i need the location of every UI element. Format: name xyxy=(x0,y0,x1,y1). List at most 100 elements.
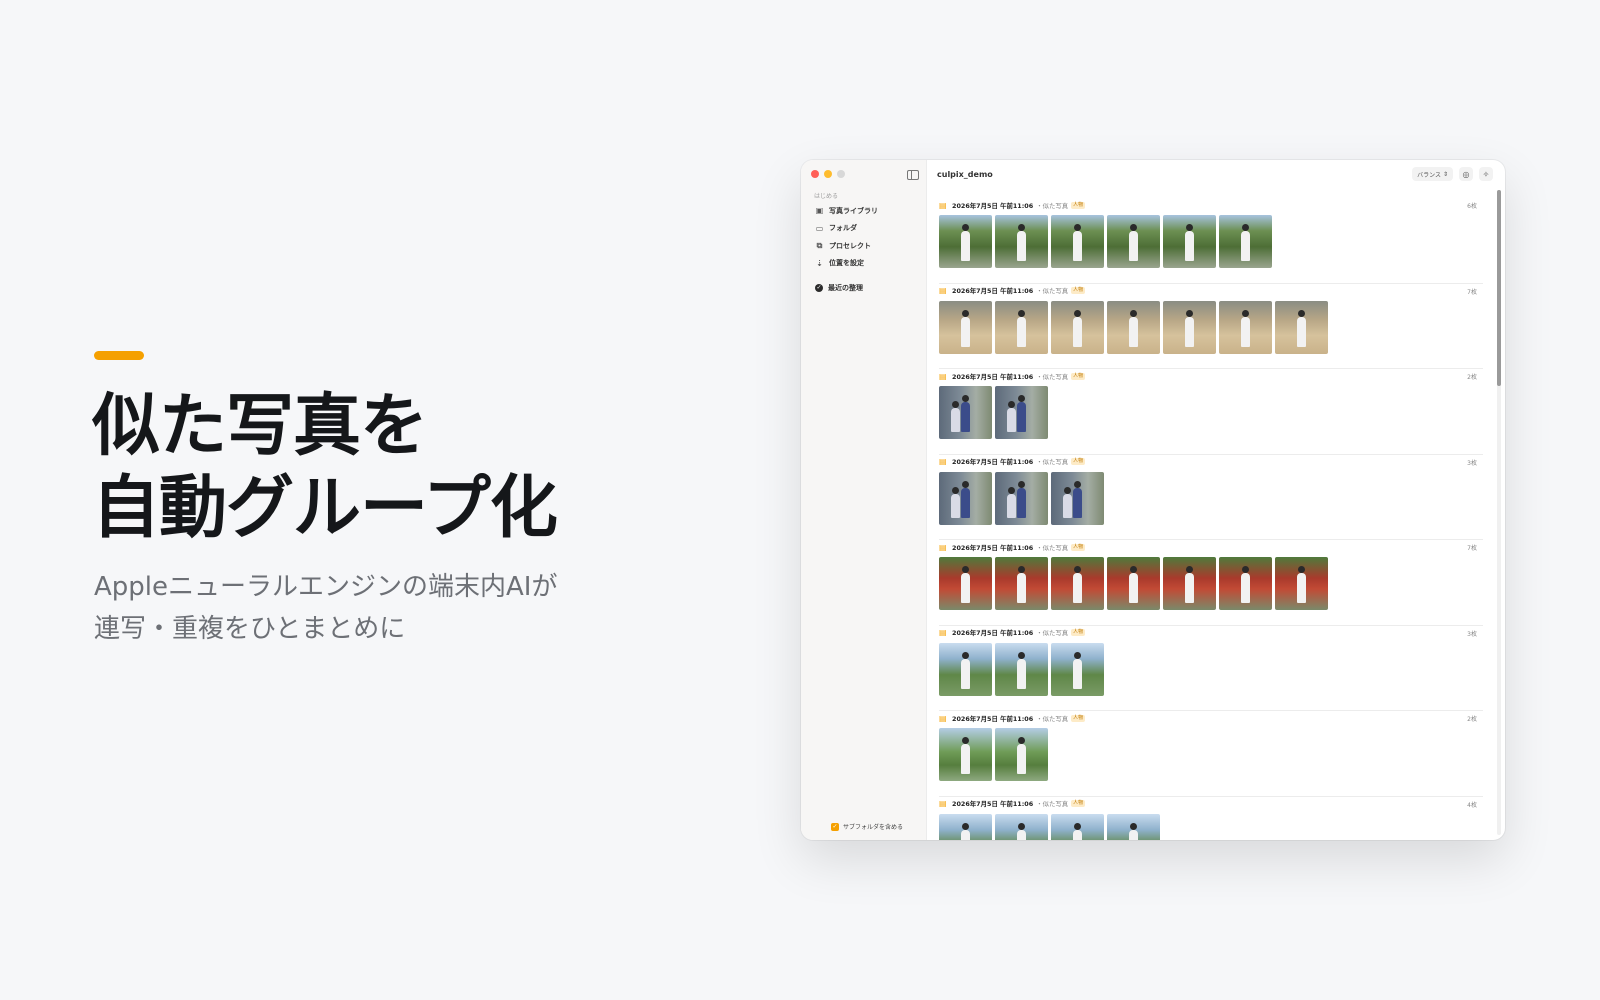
photo-thumbnail[interactable] xyxy=(1051,471,1104,525)
photo-thumbnail[interactable] xyxy=(1219,215,1272,268)
photo-group[interactable]: ▤ 2026年7月5日 午前11:06 ・似た写真 人物 3枚 xyxy=(939,626,1483,711)
person-figure xyxy=(1017,651,1026,689)
sidebar-item-proselect[interactable]: ⧉ プロセレクト xyxy=(815,237,878,255)
sort-mode-select[interactable]: バランス ⇕ xyxy=(1412,167,1453,181)
photo-thumbnail[interactable] xyxy=(939,557,992,610)
group-count: 4枚 xyxy=(1467,801,1477,809)
photo-thumbnail[interactable] xyxy=(995,471,1048,525)
photo-thumbnail[interactable] xyxy=(939,386,992,439)
photo-thumbnail[interactable] xyxy=(1107,557,1160,610)
person-figure xyxy=(961,737,970,774)
sidebar-item-recent[interactable]: ✓ 最近の整理 xyxy=(815,279,878,297)
group-count: 7枚 xyxy=(1467,545,1477,552)
photo-thumbnail[interactable] xyxy=(995,642,1048,696)
photo-thumbnail[interactable] xyxy=(1275,557,1328,610)
photo-group-header: ▤ 2026年7月5日 午前11:06 ・似た写真 人物 xyxy=(939,626,1483,640)
photo-thumbnail[interactable] xyxy=(995,813,1048,840)
photo-group-header: ▤ 2026年7月5日 午前11:06 ・似た写真 人物 xyxy=(939,284,1483,298)
group-date: 2026年7月5日 午前11:06 xyxy=(952,372,1034,381)
photo-thumbnail[interactable] xyxy=(1219,557,1272,610)
minimize-window-button[interactable] xyxy=(824,170,832,178)
photo-thumbnail[interactable] xyxy=(1051,557,1104,610)
photo-thumbnail[interactable] xyxy=(939,215,992,268)
sidebar-item-photo-library[interactable]: ▣ 写真ライブラリ xyxy=(815,202,878,220)
sidebar-list: ▣ 写真ライブラリ ▭ フォルダ ⧉ プロセレクト ⇣ 位置を設定 ✓ 最近の整… xyxy=(815,202,878,297)
photo-thumbnail[interactable] xyxy=(939,642,992,696)
sidebar-item-folder[interactable]: ▭ フォルダ xyxy=(815,220,878,238)
group-tag-badge: 人物 xyxy=(1071,458,1086,465)
group-date: 2026年7月5日 午前11:06 xyxy=(952,543,1034,552)
photo-group[interactable]: ▤ 2026年7月5日 午前11:06 ・似た写真 人物 4枚 xyxy=(939,797,1483,840)
person-figure xyxy=(1241,309,1250,347)
photo-thumbnail[interactable] xyxy=(1107,300,1160,354)
photo-group[interactable]: ▤ 2026年7月5日 午前11:06 ・似た写真 人物 3枚 xyxy=(939,455,1483,540)
app-window: はじめる ▣ 写真ライブラリ ▭ フォルダ ⧉ プロセレクト ⇣ 位置を設定 ✓… xyxy=(801,160,1505,840)
photo-thumbnail[interactable] xyxy=(1051,300,1104,354)
photo-group[interactable]: ▤ 2026年7月5日 午前11:06 ・似た写真 人物 2枚 xyxy=(939,711,1483,797)
photos-icon: ▣ xyxy=(815,206,824,216)
group-count: 2枚 xyxy=(1467,374,1477,381)
group-similar-label: ・似た写真 xyxy=(1036,800,1069,808)
photo-group-header: ▤ 2026年7月5日 午前11:06 ・似た写真 人物 xyxy=(939,797,1483,811)
photo-thumbnail[interactable] xyxy=(939,471,992,525)
person-figure xyxy=(1129,224,1138,261)
photo-thumbnail[interactable] xyxy=(1107,813,1160,840)
person-figure xyxy=(1241,224,1250,261)
thumbnail-row xyxy=(939,728,1483,781)
group-tag-badge: 人物 xyxy=(1071,543,1086,551)
person-figure xyxy=(1017,480,1026,518)
subcopy-line-2: 連写・重複をひとまとめに xyxy=(94,614,406,644)
zoom-window-button[interactable] xyxy=(837,170,845,178)
photo-thumbnail[interactable] xyxy=(995,386,1048,439)
photo-thumbnail[interactable] xyxy=(1275,300,1328,354)
sidebar-item-label: 写真ライブラリ xyxy=(829,206,878,215)
person-figure xyxy=(1073,822,1082,840)
stack-icon: ▤ xyxy=(939,713,947,723)
person-figure xyxy=(1129,822,1138,840)
group-date: 2026年7月5日 午前11:06 xyxy=(952,458,1034,466)
photo-thumbnail[interactable] xyxy=(1219,300,1272,354)
stack-icon: ▤ xyxy=(939,542,947,552)
person-figure xyxy=(1017,395,1026,432)
recent-badge-icon: ✓ xyxy=(815,283,823,292)
thumbnail-row xyxy=(939,813,1483,840)
photo-thumbnail[interactable] xyxy=(995,557,1048,610)
photo-group[interactable]: ▤ 2026年7月5日 午前11:06 ・似た写真 人物 6枚 xyxy=(939,198,1483,284)
stack-icon: ▤ xyxy=(939,200,947,210)
person-figure xyxy=(1129,566,1138,603)
group-date: 2026年7月5日 午前11:06 xyxy=(952,714,1034,723)
photo-thumbnail[interactable] xyxy=(995,215,1048,268)
sidebar-item-location[interactable]: ⇣ 位置を設定 xyxy=(815,255,878,273)
person-figure xyxy=(1241,566,1250,603)
chevron-updown-icon: ⇕ xyxy=(1442,170,1448,178)
photo-thumbnail[interactable] xyxy=(1051,813,1104,840)
photo-thumbnail[interactable] xyxy=(1163,300,1216,354)
photo-thumbnail[interactable] xyxy=(939,813,992,840)
filter-icon[interactable]: ◎ xyxy=(1459,167,1473,181)
photo-thumbnail[interactable] xyxy=(1163,557,1216,610)
photo-thumbnail[interactable] xyxy=(1163,215,1216,268)
person-figure xyxy=(1017,566,1026,603)
person-figure xyxy=(1007,486,1016,518)
photo-group[interactable]: ▤ 2026年7月5日 午前11:06 ・似た写真 人物 2枚 xyxy=(939,369,1483,455)
photo-thumbnail[interactable] xyxy=(1107,215,1160,268)
stack-icon: ▤ xyxy=(939,286,947,295)
person-figure xyxy=(1073,224,1082,261)
photo-thumbnail[interactable] xyxy=(1051,215,1104,268)
window-controls xyxy=(811,170,845,178)
photo-thumbnail[interactable] xyxy=(995,300,1048,354)
photo-thumbnail[interactable] xyxy=(1051,642,1104,696)
proselect-icon: ⧉ xyxy=(816,240,823,250)
group-tag-badge: 人物 xyxy=(1071,800,1086,807)
close-window-button[interactable] xyxy=(811,170,819,178)
photo-thumbnail[interactable] xyxy=(939,728,992,781)
scrollbar-thumb[interactable] xyxy=(1497,190,1501,386)
photo-thumbnail[interactable] xyxy=(995,728,1048,781)
photo-thumbnail[interactable] xyxy=(939,300,992,354)
include-subfolders-toggle[interactable]: ✓ サブフォルダを含める xyxy=(831,822,903,831)
photo-group[interactable]: ▤ 2026年7月5日 午前11:06 ・似た写真 人物 7枚 xyxy=(939,284,1483,369)
sparkle-icon[interactable]: ✧ xyxy=(1479,167,1493,181)
sidebar-toggle-icon[interactable] xyxy=(907,170,919,180)
photo-group[interactable]: ▤ 2026年7月5日 午前11:06 ・似た写真 人物 7枚 xyxy=(939,540,1483,626)
person-figure xyxy=(1297,566,1306,603)
